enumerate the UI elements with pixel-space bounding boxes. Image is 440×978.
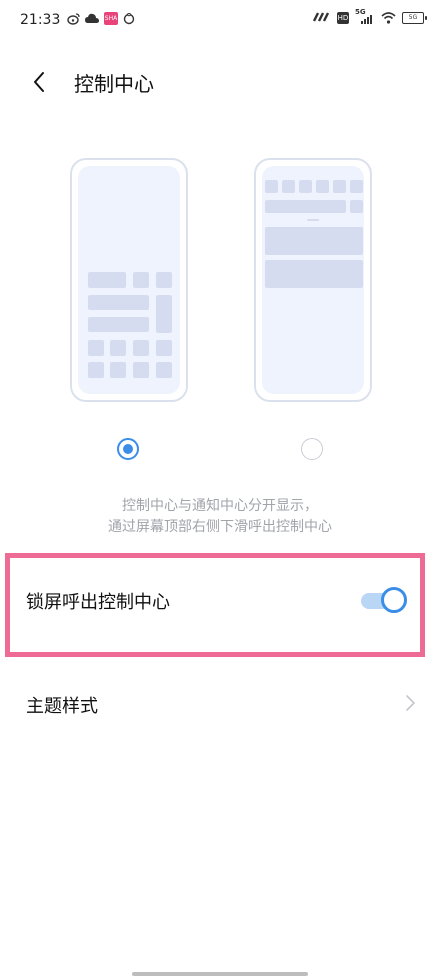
preview-block	[133, 272, 149, 288]
preview-block	[265, 227, 363, 255]
preview-divider	[307, 219, 319, 221]
status-time: 21:33	[20, 12, 61, 28]
preview-block	[156, 295, 172, 333]
separate-mode-radio[interactable]	[301, 438, 323, 460]
header-bar: 控制中心	[0, 56, 440, 108]
preview-block	[350, 180, 363, 193]
theme-style-row[interactable]: 主题样式	[0, 674, 440, 734]
combined-mode-radio[interactable]	[117, 438, 139, 460]
highlight-annotation-box	[5, 553, 425, 657]
mode-description: 控制中心与通知中心分开显示， 通过屏幕顶部右侧下滑呼出控制中心	[0, 496, 440, 538]
preview-block	[88, 340, 104, 356]
description-line-1: 控制中心与通知中心分开显示，	[122, 498, 318, 514]
chevron-left-icon[interactable]	[28, 70, 52, 94]
status-left-icons: SHA	[67, 12, 135, 25]
preview-block	[299, 180, 312, 193]
preview-block	[265, 260, 363, 288]
preview-block	[110, 340, 126, 356]
app-notification-icon: SHA	[104, 12, 118, 25]
description-line-2: 通过屏幕顶部右侧下滑呼出控制中心	[108, 519, 332, 535]
cloud-icon	[85, 13, 99, 25]
home-indicator[interactable]	[132, 972, 308, 976]
preview-block	[282, 180, 295, 193]
preview-block	[88, 295, 149, 310]
preview-block	[265, 200, 346, 213]
status-bar: 21:33 SHA HD 5G 5G	[0, 0, 440, 44]
phone-frame	[254, 158, 372, 402]
preview-block	[133, 340, 149, 356]
preview-block	[88, 272, 126, 288]
signal-5g-icon: 5G	[355, 8, 375, 24]
phone-screen	[262, 166, 364, 394]
wifi-icon	[381, 12, 396, 24]
separate-mode-preview[interactable]	[254, 158, 372, 402]
preview-block	[316, 180, 329, 193]
battery-icon: 5G	[402, 12, 427, 24]
sync-icon	[123, 12, 135, 25]
nfc-icon	[312, 12, 331, 24]
preview-block	[133, 362, 149, 378]
phone-screen	[78, 166, 180, 394]
weibo-icon	[67, 12, 80, 25]
preview-block	[333, 180, 346, 193]
preview-block	[110, 362, 126, 378]
theme-style-label: 主题样式	[26, 696, 98, 717]
hd-icon: HD	[337, 12, 349, 24]
preview-block	[156, 340, 172, 356]
preview-block	[88, 317, 149, 332]
preview-block	[88, 362, 104, 378]
preview-block	[265, 180, 278, 193]
page-title: 控制中心	[74, 72, 154, 96]
preview-block	[156, 272, 172, 288]
phone-frame	[70, 158, 188, 402]
status-right-icons: HD 5G 5G	[312, 8, 427, 24]
preview-block	[156, 362, 172, 378]
preview-block	[350, 200, 363, 213]
chevron-right-icon	[404, 694, 416, 712]
combined-mode-preview[interactable]	[70, 158, 188, 402]
